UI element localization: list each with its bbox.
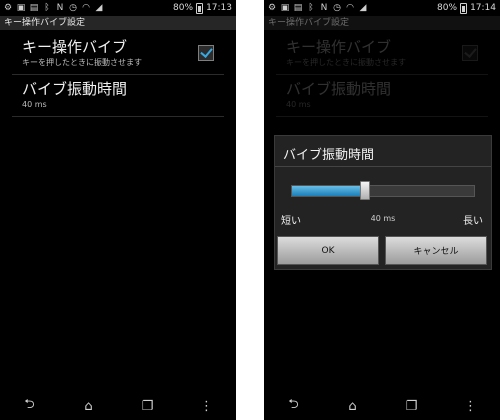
- vibration-slider-track[interactable]: [291, 185, 475, 197]
- menu-icon[interactable]: ⋮: [459, 399, 483, 414]
- status-bar: ⚙ ▣ ▤ ᛒ N ◷ ◠ ◢ 80% 17:14: [264, 0, 500, 16]
- key-vibration-checkbox[interactable]: [198, 45, 214, 61]
- phone-screen-left: ⚙ ▣ ▤ ᛒ N ◷ ◠ ◢ 80% 17:13 キー操作バイブ設定 キー操作…: [0, 0, 236, 420]
- slider-thumb[interactable]: [359, 181, 370, 200]
- divider: [12, 116, 224, 117]
- back-icon[interactable]: ⮌: [282, 395, 306, 417]
- android-icon: ▣: [16, 3, 26, 13]
- back-icon[interactable]: ⮌: [18, 395, 42, 417]
- divider: [275, 166, 491, 167]
- bluetooth-icon: ᛒ: [308, 3, 314, 13]
- alarm-icon: ◷: [333, 3, 341, 13]
- nfc-icon: N: [320, 3, 328, 13]
- slider-max-label: 長い: [463, 216, 483, 227]
- slider-fill: [292, 186, 365, 196]
- battery-icon: [196, 2, 204, 14]
- nav-bar: ⮌ ⌂ ❐ ⋮: [264, 392, 500, 420]
- usb-debug-icon: ⚙: [267, 3, 277, 13]
- image-icon: ▤: [293, 3, 303, 13]
- vibration-time-dialog: バイブ振動時間 短い 40 ms 長い OK キャンセル: [274, 135, 492, 270]
- recent-apps-icon[interactable]: ❐: [400, 399, 424, 414]
- home-icon[interactable]: ⌂: [341, 399, 365, 414]
- recent-apps-icon[interactable]: ❐: [136, 399, 160, 414]
- usb-debug-icon: ⚙: [3, 3, 13, 13]
- divider: [12, 74, 224, 75]
- page-title: キー操作バイブ設定: [264, 16, 500, 30]
- wifi-icon: ◠: [346, 3, 354, 13]
- clock: 17:13: [206, 3, 232, 13]
- dialog-title: バイブ振動時間: [283, 148, 375, 163]
- signal-icon: ◢: [95, 3, 103, 13]
- battery-percent: 80%: [173, 3, 194, 13]
- phone-screen-right: ⚙ ▣ ▤ ᛒ N ◷ ◠ ◢ 80% 17:14 キー操作バイブ設定 キー操作…: [264, 0, 500, 420]
- clock: 17:14: [470, 3, 496, 13]
- nav-bar: ⮌ ⌂ ❐ ⋮: [0, 392, 236, 420]
- status-bar: ⚙ ▣ ▤ ᛒ N ◷ ◠ ◢ 80% 17:13: [0, 0, 236, 16]
- signal-icon: ◢: [359, 3, 367, 13]
- ok-button[interactable]: OK: [277, 236, 379, 265]
- pref-vibration-time[interactable]: バイブ振動時間 40 ms: [0, 80, 236, 110]
- battery-icon: [460, 2, 468, 14]
- android-icon: ▣: [280, 3, 290, 13]
- alarm-icon: ◷: [69, 3, 77, 13]
- nfc-icon: N: [56, 3, 64, 13]
- battery-percent: 80%: [437, 3, 458, 13]
- page-title: キー操作バイブ設定: [0, 16, 236, 30]
- pref-summary: 40 ms: [22, 100, 47, 109]
- pref-title: バイブ振動時間: [22, 80, 128, 98]
- image-icon: ▤: [29, 3, 39, 13]
- check-icon: [200, 45, 213, 58]
- menu-icon[interactable]: ⋮: [195, 399, 219, 414]
- wifi-icon: ◠: [82, 3, 90, 13]
- slider-value: 40 ms: [370, 214, 396, 223]
- cancel-button[interactable]: キャンセル: [385, 236, 487, 265]
- bluetooth-icon: ᛒ: [44, 3, 50, 13]
- home-icon[interactable]: ⌂: [77, 399, 101, 414]
